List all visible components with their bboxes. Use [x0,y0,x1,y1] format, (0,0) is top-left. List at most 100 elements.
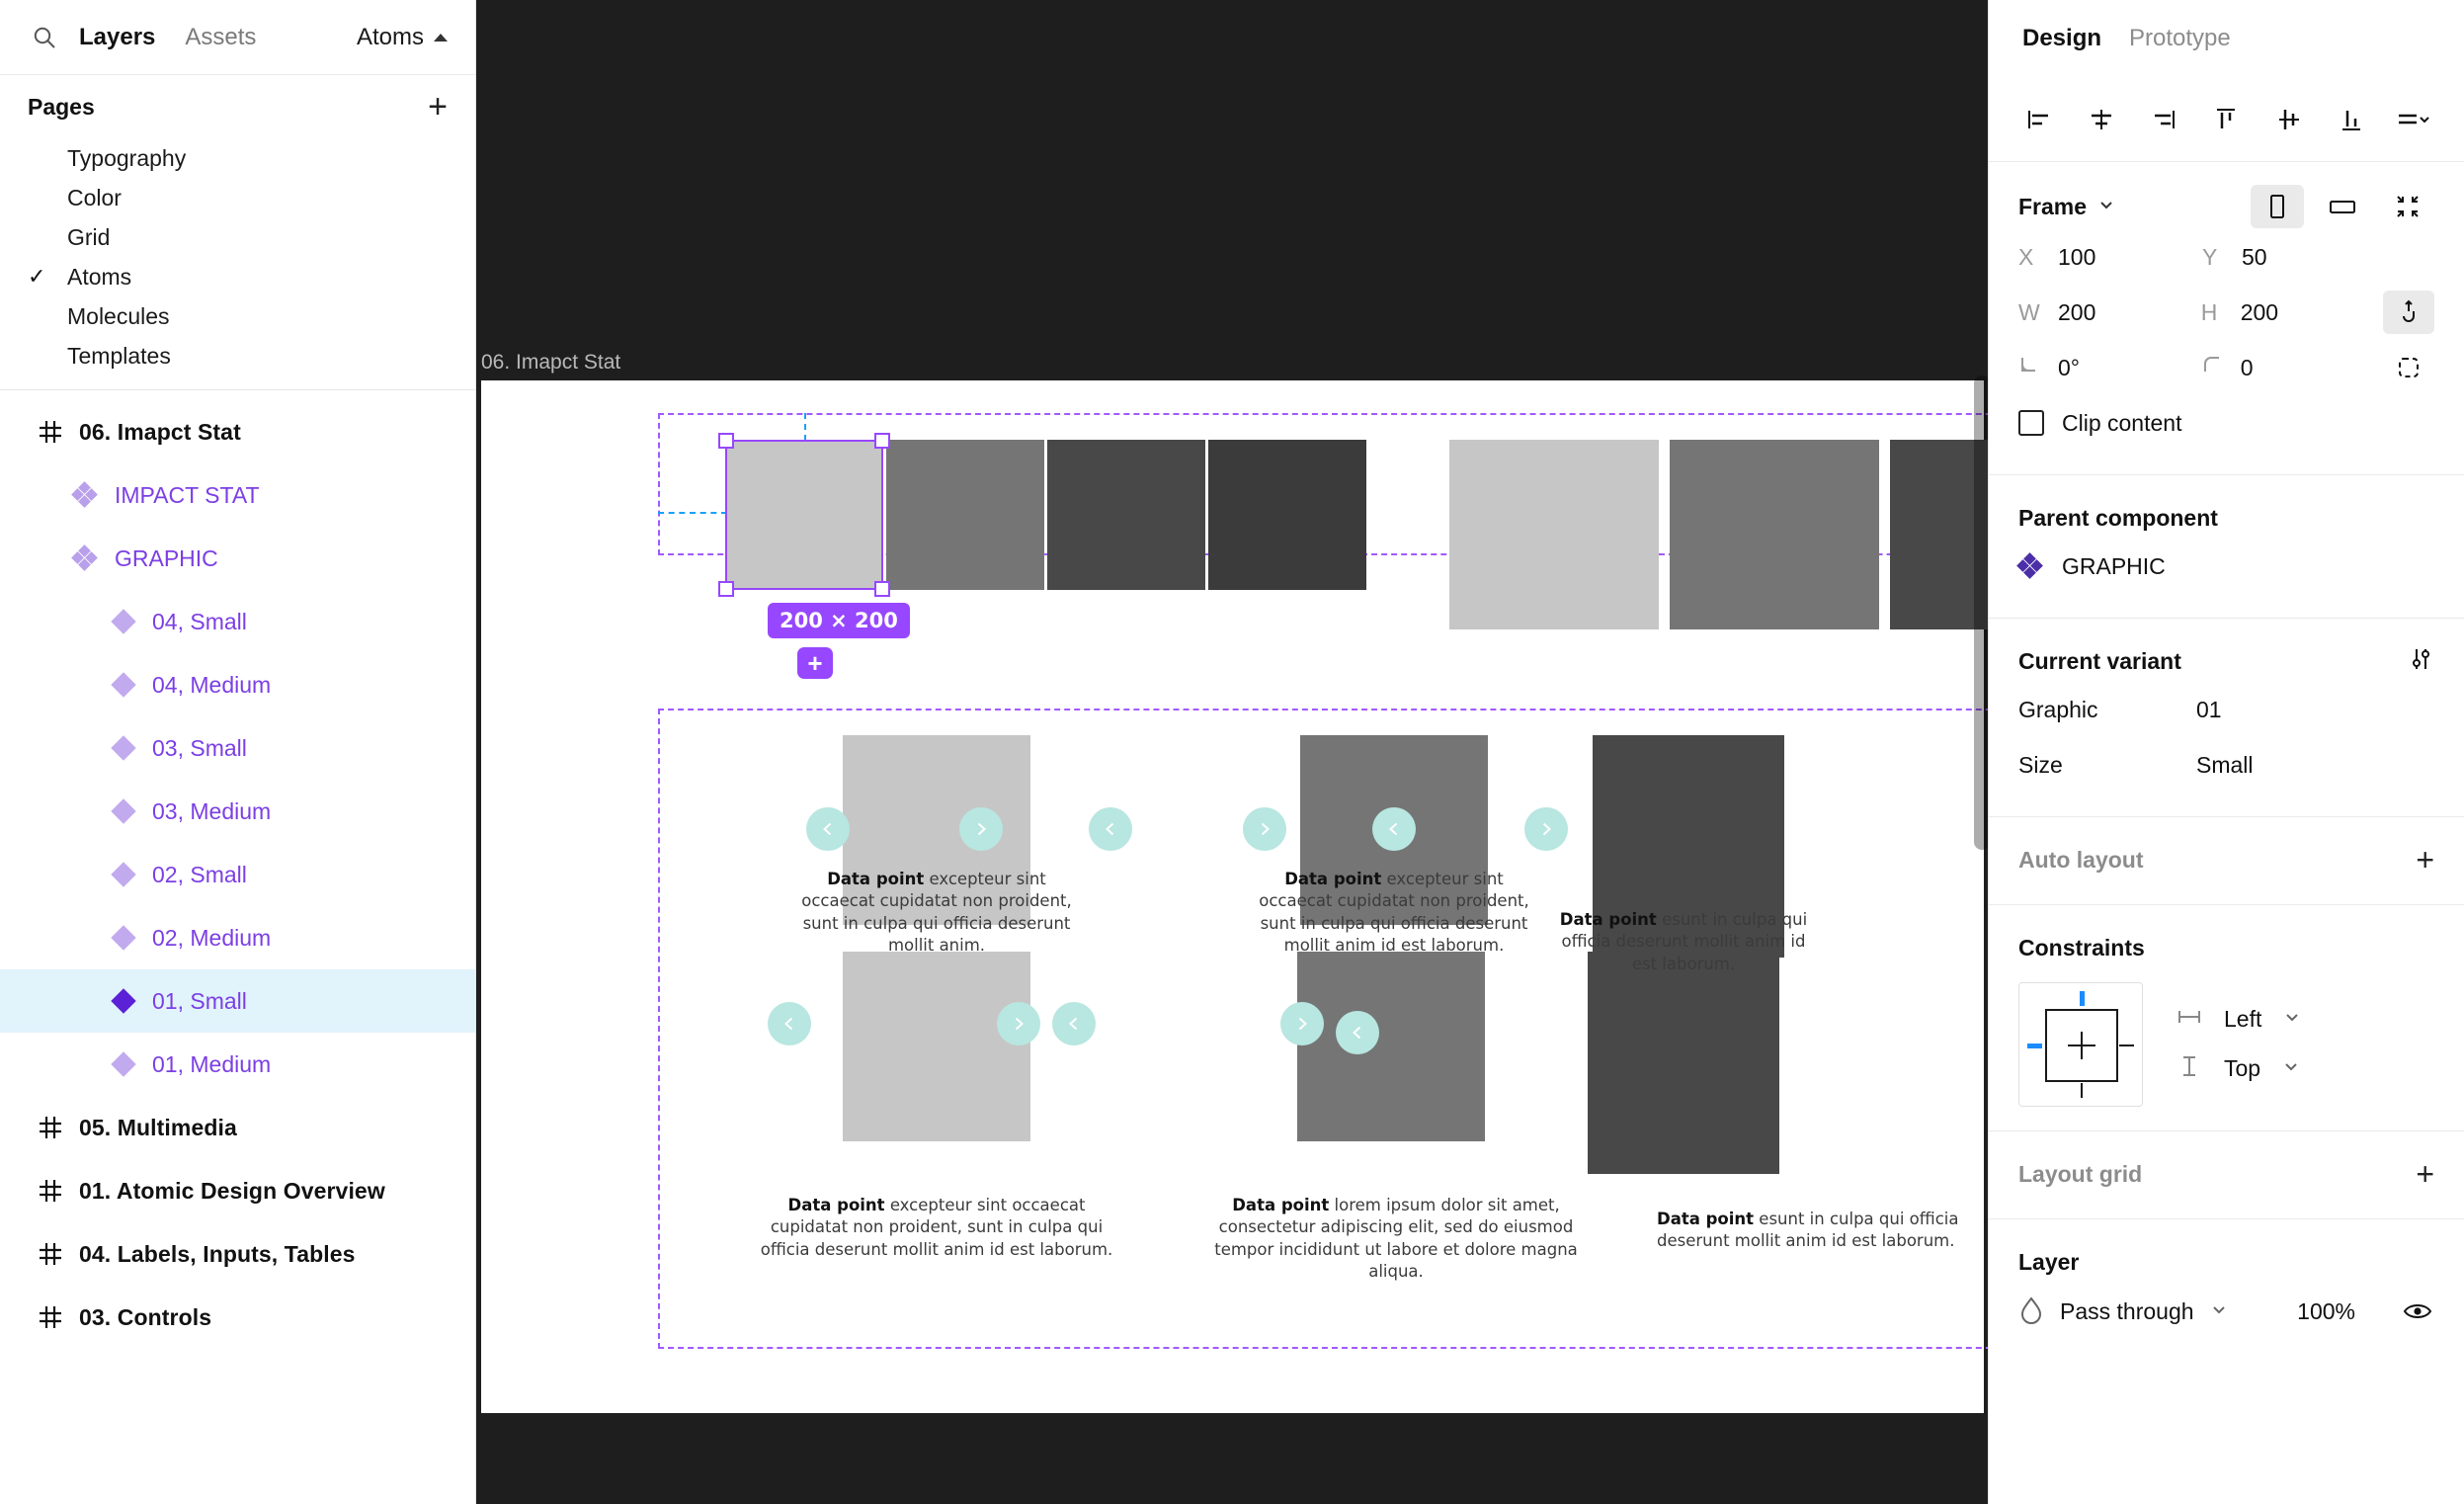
align-vertical-center-icon[interactable] [2268,99,2310,140]
carousel-next-button[interactable] [1243,807,1286,851]
layer-item[interactable]: 01. Atomic Design Overview [0,1159,475,1222]
align-top-icon[interactable] [2205,99,2247,140]
carousel-prev-button[interactable] [1089,807,1132,851]
chevron-down-icon[interactable] [2283,1008,2301,1031]
rotation-field[interactable]: 0° [2018,354,2201,381]
carousel-next-button[interactable] [997,1002,1040,1045]
graphic-swatch[interactable] [1588,952,1779,1174]
distribute-menu-icon[interactable] [2393,99,2434,140]
constraint-top-marker[interactable] [2080,991,2085,1006]
carousel-prev-button[interactable] [806,807,850,851]
landscape-icon[interactable] [2316,185,2369,228]
alignment-toolbar [1989,77,2464,162]
graphic-swatch[interactable] [843,952,1030,1141]
clip-content-checkbox[interactable] [2018,410,2044,436]
vertical-constraint-row[interactable]: Top [2177,1054,2301,1083]
chevron-down-icon[interactable] [2096,195,2116,219]
layer-item[interactable]: GRAPHIC [0,527,475,590]
add-auto-layout-button[interactable]: + [2416,844,2434,876]
page-item[interactable]: Color [0,178,475,217]
align-bottom-icon[interactable] [2331,99,2372,140]
carousel-next-button[interactable] [1280,1002,1324,1045]
tab-assets[interactable]: Assets [185,24,256,51]
canvas-vertical-scrollbar[interactable] [1974,376,1988,850]
variant-settings-icon[interactable] [2407,645,2434,678]
tab-design[interactable]: Design [2022,25,2101,52]
layer-item[interactable]: 01, Small [0,969,475,1033]
align-left-icon[interactable] [2018,99,2060,140]
variant-property-row[interactable]: Graphic 01 [2018,682,2434,737]
graphic-swatch[interactable] [886,440,1044,590]
carousel-prev-button[interactable] [1052,1002,1096,1045]
layer-item[interactable]: 03, Small [0,716,475,780]
layer-item[interactable]: 03, Medium [0,780,475,843]
resize-handle-bottom-left[interactable] [718,581,734,597]
graphic-swatch[interactable] [1047,440,1205,590]
clip-content-row[interactable]: Clip content [2018,395,2434,451]
layer-item[interactable]: 04. Labels, Inputs, Tables [0,1222,475,1286]
page-item[interactable]: Grid [0,217,475,257]
resize-to-fit-icon[interactable] [2381,185,2434,228]
layer-item[interactable]: 06. Imapct Stat [0,400,475,463]
constrain-proportions-icon[interactable] [2383,291,2434,334]
constraint-bottom-marker[interactable] [2081,1083,2083,1098]
parent-component-row[interactable]: GRAPHIC [2016,539,2434,594]
width-field[interactable]: W 200 [2018,299,2201,326]
resize-handle-top-right[interactable] [874,433,890,449]
chevron-down-icon[interactable] [2210,1300,2228,1323]
graphic-swatch[interactable] [1297,952,1485,1141]
layer-item[interactable]: 04, Medium [0,653,475,716]
align-horizontal-center-icon[interactable] [2081,99,2122,140]
tab-prototype[interactable]: Prototype [2129,25,2231,52]
corner-radius-field[interactable]: 0 [2201,354,2384,381]
design-canvas[interactable]: 06. Imapct Stat Data point excepteur sin… [476,0,1988,1504]
layer-item[interactable]: 02, Medium [0,906,475,969]
layer-item[interactable]: 02, Small [0,843,475,906]
horizontal-constraint-row[interactable]: Left [2177,1006,2301,1033]
layer-item-label: 05. Multimedia [79,1114,237,1140]
x-field[interactable]: X 100 [2018,244,2202,271]
resize-handle-bottom-right[interactable] [874,581,890,597]
resize-handle-top-left[interactable] [718,433,734,449]
align-right-icon[interactable] [2143,99,2184,140]
add-page-button[interactable]: + [428,90,448,124]
layer-item[interactable]: 05. Multimedia [0,1096,475,1159]
selection-bounding-box[interactable] [718,433,890,597]
blend-mode-value[interactable]: Pass through [2060,1298,2194,1325]
dimensions-row: W 200 H 200 [2018,285,2434,340]
frame-name-label[interactable]: 06. Imapct Stat [481,351,620,375]
add-below-chip[interactable]: + [797,647,833,679]
layer-item[interactable]: 03. Controls [0,1286,475,1349]
page-item[interactable]: ✓ Atoms [0,257,475,296]
carousel-next-button[interactable] [1524,807,1568,851]
search-icon[interactable] [28,21,61,54]
height-field[interactable]: H 200 [2201,299,2384,326]
constraints-widget[interactable] [2018,982,2143,1107]
carousel-next-button[interactable] [959,807,1003,851]
carousel-prev-button[interactable] [1372,807,1416,851]
page-selector[interactable]: Atoms [357,24,448,51]
graphic-swatch[interactable] [1449,440,1659,629]
layer-item[interactable]: 01, Medium [0,1033,475,1096]
page-item[interactable]: Molecules [0,296,475,336]
constraint-right-marker[interactable] [2119,1044,2134,1046]
page-item[interactable]: Typography [0,138,475,178]
eye-icon[interactable] [2401,1295,2434,1328]
variant-property-row[interactable]: Size Small [2018,737,2434,793]
carousel-prev-button[interactable] [1336,1011,1379,1054]
independent-corners-icon[interactable] [2383,346,2434,389]
add-layout-grid-button[interactable]: + [2416,1158,2434,1190]
layer-opacity-value[interactable]: 100% [2297,1298,2355,1325]
graphic-swatch[interactable] [1208,440,1366,590]
graphic-swatch[interactable] [1670,440,1879,629]
page-item[interactable]: Templates [0,336,475,376]
carousel-prev-button[interactable] [768,1002,811,1045]
portrait-icon[interactable] [2251,185,2304,228]
tab-layers[interactable]: Layers [79,24,155,51]
chevron-down-icon[interactable] [2282,1057,2300,1080]
layer-item[interactable]: 04, Small [0,590,475,653]
constraint-left-marker[interactable] [2027,1044,2042,1048]
layer-item[interactable]: IMPACT STAT [0,463,475,527]
frame-surface[interactable]: Data point excepteur sint occaecat cupid… [481,380,1988,1413]
y-field[interactable]: Y 50 [2202,244,2386,271]
